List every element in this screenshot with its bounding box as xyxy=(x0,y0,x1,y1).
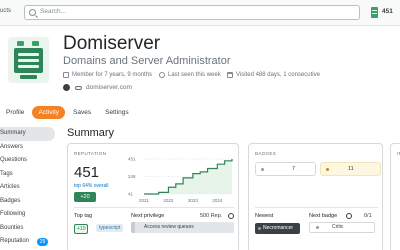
nav-item-reputation[interactable]: Reputation 29 xyxy=(0,235,55,249)
nav-item-summary[interactable]: Summary xyxy=(0,127,55,141)
chart-xtick-label: 2024 xyxy=(212,198,223,203)
clock-icon xyxy=(159,72,165,78)
bronze-badge-count: 11 xyxy=(348,166,354,172)
tab-settings[interactable]: Settings xyxy=(99,106,135,119)
tab-activity[interactable]: Activity xyxy=(32,105,66,119)
reputation-header: REPUTATION xyxy=(74,151,107,156)
nav-item-label: Summary xyxy=(0,130,26,136)
tab-saves[interactable]: Saves xyxy=(67,106,97,119)
nav-item-label: Questions xyxy=(0,157,28,163)
chart-xtick-label: 2021 xyxy=(139,198,150,203)
avatar-server-body xyxy=(14,48,43,73)
nav-item-label: Answers xyxy=(0,143,24,150)
nav-item-following[interactable]: Following xyxy=(0,208,55,222)
reputation-card: REPUTATION 451 top 64% overall +20 451 24… xyxy=(67,143,239,250)
newest-badge[interactable]: Necromancer xyxy=(255,223,300,234)
chart-ytick-label: 41 xyxy=(128,192,134,197)
silver-badges[interactable]: 7 xyxy=(255,162,316,176)
search-input[interactable]: Search... xyxy=(24,5,360,20)
gear-icon[interactable] xyxy=(228,213,234,219)
calendar-icon xyxy=(227,72,233,78)
last-seen-text: Last seen this week xyxy=(168,72,221,78)
last-seen: Last seen this week xyxy=(159,72,221,78)
nav-item-label: Reputation xyxy=(0,238,30,244)
bronze-badges[interactable]: 11 xyxy=(320,162,381,176)
website-link[interactable]: domiserver.com xyxy=(86,84,132,91)
reputation-percentile: top 64% overall xyxy=(74,183,109,189)
next-badge-header: Next badge xyxy=(309,213,338,219)
avatar-slot xyxy=(18,59,39,62)
profile-name: Domiserver xyxy=(63,33,161,54)
chart-xtick-label: 2023 xyxy=(188,198,199,203)
nav-item-questions[interactable]: Questions xyxy=(0,154,55,168)
chart-ytick-label: 246 xyxy=(128,174,136,179)
nav-item-answers[interactable]: Answers xyxy=(0,141,55,155)
reputation-count-badge: 29 xyxy=(37,238,48,246)
avatar-eye-right xyxy=(32,41,39,46)
tab-profile[interactable]: Profile xyxy=(0,106,30,119)
chart-ytick-label: 451 xyxy=(128,157,136,162)
user-avatar-small[interactable] xyxy=(371,7,378,18)
card-divider xyxy=(255,207,378,208)
top-tag[interactable]: typescript xyxy=(96,224,124,232)
products-link[interactable]: ucts xyxy=(0,8,11,14)
link-icon xyxy=(75,85,82,90)
member-since: Member for 7 years, 9 months xyxy=(63,72,152,78)
newest-badge-header: Newest xyxy=(255,213,274,219)
top-tag-header: Top tag xyxy=(74,213,93,219)
top-tag-score: +10 xyxy=(74,224,89,234)
reputation-value: 451 xyxy=(74,164,100,181)
member-since-text: Member for 7 years, 9 months xyxy=(72,72,153,78)
visited-text: Visited 488 days, 1 consecutive xyxy=(236,72,320,78)
profile-links: domiserver.com xyxy=(63,84,132,91)
next-badge[interactable]: Critic xyxy=(309,222,375,233)
nav-item-bounties[interactable]: Bounties xyxy=(0,222,55,236)
search-placeholder: Search... xyxy=(40,8,67,15)
nav-item-badges[interactable]: Badges xyxy=(0,195,55,209)
impact-card: IM xyxy=(390,143,400,250)
profile-avatar xyxy=(8,37,49,83)
nav-item-label: Tags xyxy=(0,170,13,177)
profile-title: Domains and Server Administrator xyxy=(63,55,231,67)
cake-icon xyxy=(63,72,69,78)
activity-nav: Summary Answers Questions Tags Articles … xyxy=(0,127,55,249)
nav-item-label: Badges xyxy=(0,197,21,204)
next-badge-progress: 0/1 xyxy=(364,213,372,219)
search-icon xyxy=(29,9,36,16)
badges-card: BADGES 7 11 Newest Necromancer Next badg… xyxy=(248,143,383,250)
chart-xtick-label: 2022 xyxy=(163,198,174,203)
topbar-reputation[interactable]: 451 xyxy=(382,8,393,15)
next-privilege-label: Access review queues xyxy=(144,224,194,230)
silver-badge-icon xyxy=(261,168,264,171)
next-privilege-header: Next privilege xyxy=(131,213,165,219)
nav-item-articles[interactable]: Articles xyxy=(0,181,55,195)
avatar-eye-left xyxy=(17,41,24,46)
nav-item-label: Bounties xyxy=(0,224,24,231)
reputation-change-badge[interactable]: +20 xyxy=(74,192,96,202)
profile-tabs: Profile Activity Saves Settings xyxy=(0,105,137,119)
avatar-slot xyxy=(18,53,39,56)
bronze-badge-icon xyxy=(326,168,329,171)
nav-item-label: Following xyxy=(0,211,26,217)
next-privilege-progress[interactable]: Access review queues xyxy=(131,222,234,233)
next-privilege-rep: 500 Rep. xyxy=(200,213,223,219)
top-bar: ucts Search... 451 xyxy=(0,0,400,26)
nav-item-tags[interactable]: Tags xyxy=(0,168,55,182)
github-icon[interactable] xyxy=(63,84,70,91)
badges-header: BADGES xyxy=(255,151,277,156)
card-divider xyxy=(74,207,234,208)
nav-item-label: Articles xyxy=(0,184,20,190)
silver-badge-count: 7 xyxy=(292,166,296,172)
reputation-chart: 451 246 41 2021 2022 2023 2024 xyxy=(128,157,233,203)
avatar-slot xyxy=(18,65,39,68)
visited: Visited 488 days, 1 consecutive xyxy=(227,72,320,78)
summary-title: Summary xyxy=(67,127,115,139)
gear-icon[interactable] xyxy=(346,213,352,219)
avatar-server-base xyxy=(20,75,37,79)
